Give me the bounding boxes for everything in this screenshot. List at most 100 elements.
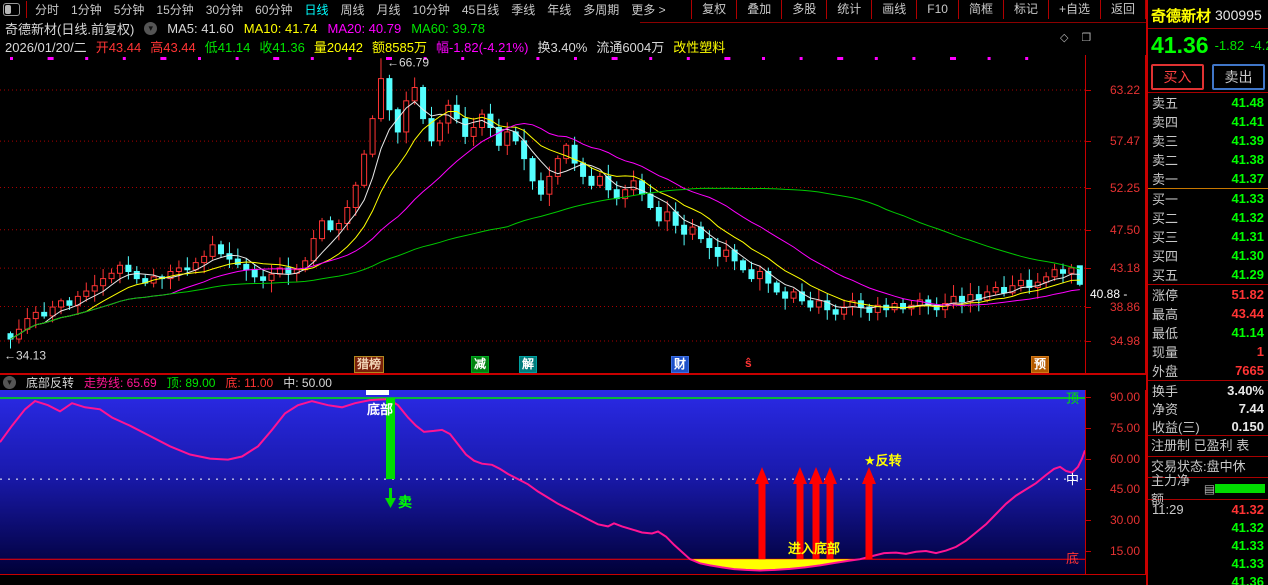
tool-item-6[interactable]: 简框 xyxy=(958,0,1003,19)
tool-item-4[interactable]: 画线 xyxy=(871,0,916,19)
menu-item-7[interactable]: 周线 xyxy=(334,0,370,19)
axis-tick xyxy=(1086,188,1091,189)
indicator-axis: 90.0075.0060.0045.0030.0015.00 xyxy=(1085,390,1146,574)
info-amount: 额8585万 xyxy=(372,37,427,56)
menu-item-0[interactable]: 分时 xyxy=(29,0,65,19)
event-badge-减[interactable]: 减 xyxy=(471,356,489,373)
quote-panel: 奇德新材 300995 41.36 -1.82 -4.2 买入 卖出 卖五41.… xyxy=(1146,0,1268,585)
info-close: 收41.36 xyxy=(259,37,305,56)
tape-row-2: 41.33 xyxy=(1148,536,1268,554)
info-open: 开43.44 xyxy=(96,37,142,56)
trading-terminal-window: 分时1分钟5分钟15分钟30分钟60分钟日线周线月线10分钟45日线季线年线多周… xyxy=(0,0,1268,585)
svg-text:底: 底 xyxy=(1066,551,1079,566)
axis-tick xyxy=(1086,141,1091,142)
info-range: 幅-1.82(-4.21%) xyxy=(436,37,528,56)
axis-tick xyxy=(1086,230,1091,231)
order-book-row-买三[interactable]: 买三41.31 xyxy=(1148,227,1268,246)
menu-item-14[interactable]: 更多 > xyxy=(625,0,671,19)
info-industry[interactable]: 改性塑料 xyxy=(673,37,725,56)
tool-item-8[interactable]: +自选 xyxy=(1048,0,1100,19)
order-book: 卖五41.48卖四41.41卖三41.39卖二41.38卖一41.37买一41.… xyxy=(1148,92,1268,285)
stat-row-外盘: 外盘7665 xyxy=(1148,361,1268,380)
event-badge-猎榜[interactable]: 猎榜 xyxy=(354,356,384,373)
chart-corner-icons[interactable]: ◇ ❐ xyxy=(1060,31,1096,44)
menu-item-3[interactable]: 15分钟 xyxy=(150,0,199,19)
toolbar-underline xyxy=(640,22,1146,23)
menu-item-9[interactable]: 10分钟 xyxy=(407,0,456,19)
stock-name: 奇德新材 xyxy=(1151,5,1211,26)
event-badge-预[interactable]: 预 xyxy=(1031,356,1049,373)
flow-bar xyxy=(1215,484,1265,493)
axis-tick xyxy=(1086,489,1091,490)
menu-item-10[interactable]: 45日线 xyxy=(456,0,505,19)
period-toolbar: 分时1分钟5分钟15分钟30分钟60分钟日线周线月线10分钟45日线季线年线多周… xyxy=(0,0,1146,19)
tool-item-2[interactable]: 多股 xyxy=(781,0,826,19)
event-badge-ŝ[interactable]: ŝ xyxy=(743,356,754,371)
last-price: 41.36 xyxy=(1151,32,1209,59)
bottom-reversal-indicator-chart[interactable]: 底部卖进入底部★反转顶中底 xyxy=(0,390,1085,574)
info-high: 高43.44 xyxy=(150,37,196,56)
svg-text:★反转: ★反转 xyxy=(864,453,902,468)
menu-item-12[interactable]: 年线 xyxy=(541,0,577,19)
event-badge-解[interactable]: 解 xyxy=(519,356,537,373)
tool-item-5[interactable]: F10 xyxy=(916,0,958,19)
main-capital-flow-row[interactable]: 主力净额 ▤ xyxy=(1148,478,1268,500)
indicator-name[interactable]: 底部反转 xyxy=(26,374,74,391)
order-book-row-买五[interactable]: 买五41.29 xyxy=(1148,265,1268,284)
stat-row-最高: 最高43.44 xyxy=(1148,304,1268,323)
menu-item-4[interactable]: 30分钟 xyxy=(200,0,249,19)
order-book-row-卖三[interactable]: 卖三41.39 xyxy=(1148,131,1268,150)
tape-row-1: 41.32 xyxy=(1148,518,1268,536)
menu-item-13[interactable]: 多周期 xyxy=(577,0,625,19)
tool-item-3[interactable]: 统计 xyxy=(826,0,871,19)
info-low: 低41.14 xyxy=(205,37,251,56)
tape-row-0: 11:2941.32 xyxy=(1148,500,1268,518)
menu-item-5[interactable]: 60分钟 xyxy=(249,0,298,19)
svg-text:顶: 顶 xyxy=(1066,391,1079,406)
axis-tick xyxy=(1086,428,1091,429)
menu-item-11[interactable]: 季线 xyxy=(505,0,541,19)
order-book-row-卖四[interactable]: 卖四41.41 xyxy=(1148,112,1268,131)
order-book-row-买四[interactable]: 买四41.30 xyxy=(1148,246,1268,265)
menu-item-2[interactable]: 5分钟 xyxy=(108,0,151,19)
tool-item-7[interactable]: 标记 xyxy=(1003,0,1048,19)
chart-title: 奇德新材(日线.前复权) xyxy=(5,19,134,38)
main-candlestick-chart[interactable]: ←66.79←34.13 猎榜减解财ŝ预 xyxy=(0,55,1085,373)
order-book-row-买一[interactable]: 买一41.33 xyxy=(1148,189,1268,208)
axis-label: 90.00 xyxy=(1110,390,1140,404)
tool-item-1[interactable]: 叠加 xyxy=(736,0,781,19)
svg-text:中: 中 xyxy=(1066,472,1079,487)
ratios-block: 换手3.40%净资7.44收益(三)0.150 xyxy=(1148,381,1268,436)
menu-item-6[interactable]: 日线 xyxy=(298,0,334,19)
order-book-row-卖五[interactable]: 卖五41.48 xyxy=(1148,93,1268,112)
order-book-row-卖二[interactable]: 卖二41.38 xyxy=(1148,150,1268,169)
order-book-row-卖一[interactable]: 卖一41.37 xyxy=(1148,169,1268,189)
tool-item-0[interactable]: 复权 xyxy=(691,0,736,19)
chevron-down-icon[interactable]: ▾ xyxy=(144,22,157,35)
toolbar-divider xyxy=(26,1,27,18)
event-badge-财[interactable]: 财 xyxy=(671,356,689,373)
collapse-icon[interactable]: ▾ xyxy=(3,376,16,389)
indicator-trend-value: 走势线: 65.69 xyxy=(84,374,157,391)
indicator-bottom-value: 底: 11.00 xyxy=(225,374,273,391)
axis-label: 47.50 xyxy=(1110,223,1140,237)
axis-label: 30.00 xyxy=(1110,513,1140,527)
sell-button[interactable]: 卖出 xyxy=(1212,64,1265,90)
ratio-row-换手: 换手3.40% xyxy=(1148,381,1268,399)
ratio-row-收益(三): 收益(三)0.150 xyxy=(1148,417,1268,435)
price-change-percent: -4.2 xyxy=(1250,38,1268,53)
order-book-row-买二[interactable]: 买二41.32 xyxy=(1148,208,1268,227)
menu-item-1[interactable]: 1分钟 xyxy=(65,0,108,19)
info-date: 2026/01/20/二 xyxy=(5,37,87,56)
buy-button[interactable]: 买入 xyxy=(1151,64,1204,90)
menu-item-8[interactable]: 月线 xyxy=(371,0,407,19)
time-and-sales[interactable]: 11:2941.3241.3241.3341.3341.36 xyxy=(1148,500,1268,585)
tool-item-9[interactable]: 返回 xyxy=(1100,0,1146,19)
axis-tick xyxy=(1086,341,1091,342)
period-menu: 分时1分钟5分钟15分钟30分钟60分钟日线周线月线10分钟45日线季线年线多周… xyxy=(29,0,672,19)
layout-split-icon[interactable] xyxy=(3,3,20,16)
list-icon: ▤ xyxy=(1204,482,1215,496)
axis-label: 75.00 xyxy=(1110,421,1140,435)
ma20-value: MA20: 40.79 xyxy=(328,21,402,36)
ratio-row-净资: 净资7.44 xyxy=(1148,399,1268,417)
